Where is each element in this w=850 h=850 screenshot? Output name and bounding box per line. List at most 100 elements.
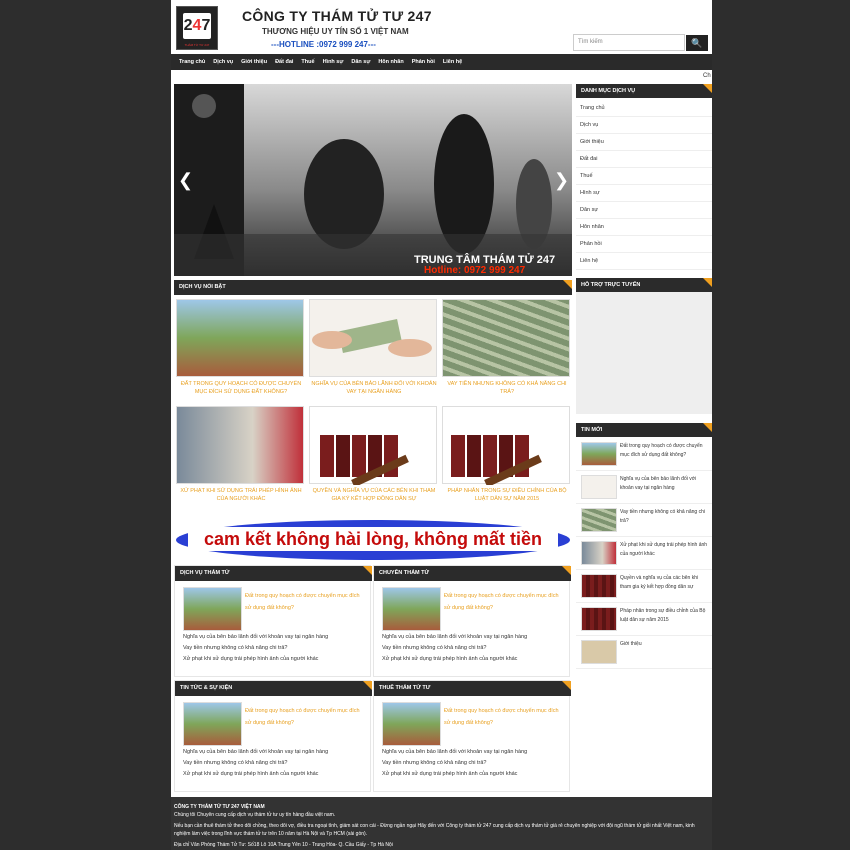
service-box: CHUYÊN THÁM TỬ Đất trong quy hoạch có đư… — [373, 565, 571, 677]
box-link[interactable]: Nghĩa vụ của bên bảo lãnh đối với khoản … — [183, 749, 328, 755]
sidebar-item[interactable]: Liên hệ — [576, 253, 712, 270]
news-title[interactable]: Pháp nhân trong sự điều chỉnh của Bộ luậ… — [620, 607, 710, 625]
news-title[interactable]: Quyền và nghĩa vụ của các bên khi tham g… — [620, 574, 710, 592]
news-item[interactable]: Pháp nhân trong sự điều chỉnh của Bộ luậ… — [576, 603, 712, 636]
box-link[interactable]: Vay tiền nhưng không có khả năng chi trả… — [382, 760, 486, 766]
card-title[interactable]: XỬ PHẠT KHI SỬ DỤNG TRÁI PHÉP HÌNH ẢNH C… — [176, 487, 306, 503]
news-item[interactable]: Giới thiệu — [576, 636, 712, 669]
news-title[interactable]: Đất trong quy hoạch có được chuyển mục đ… — [620, 442, 710, 460]
sidebar-item[interactable]: Hôn nhân — [576, 219, 712, 236]
card-title[interactable]: QUYỀN VÀ NGHĨA VỤ CỦA CÁC BÊN KHI THAM G… — [309, 487, 439, 503]
box-link[interactable]: Vay tiền nhưng không có khả năng chi trả… — [382, 645, 486, 651]
news-thumb — [581, 541, 617, 565]
nav-item[interactable]: Dân sự — [351, 59, 370, 65]
sidebar-item[interactable]: Dịch vụ — [576, 117, 712, 134]
nav-item[interactable]: Trang chủ — [179, 59, 205, 65]
card-title[interactable]: PHÁP NHÂN TRONG SỰ ĐIỀU CHỈNH CỦA BỘ LUẬ… — [442, 487, 572, 503]
sidebar-item[interactable]: Dân sự — [576, 202, 712, 219]
sidebar-item[interactable]: Giới thiệu — [576, 134, 712, 151]
news-title[interactable]: Xử phạt khi sử dụng trái phép hình ảnh c… — [620, 541, 710, 559]
featured-card[interactable]: QUYỀN VÀ NGHĨA VỤ CỦA CÁC BÊN KHI THAM G… — [309, 406, 439, 503]
site-footer: CÔNG TY THÁM TỬ TƯ 247 VIỆT NAM Chúng tô… — [171, 797, 712, 850]
sidebar-item[interactable]: Phản hồi — [576, 236, 712, 253]
search-button[interactable]: 🔍 — [686, 35, 708, 51]
news-item[interactable]: Xử phạt khi sử dụng trái phép hình ảnh c… — [576, 537, 712, 570]
sidebar-item[interactable]: Thuế — [576, 168, 712, 185]
card-title[interactable]: ĐẤT TRONG QUY HOẠCH CÓ ĐƯỢC CHUYỂN MỤC Đ… — [176, 380, 306, 396]
featured-heading: DỊCH VỤ NỔI BẬT — [174, 280, 572, 295]
featured-card[interactable]: PHÁP NHÂN TRONG SỰ ĐIỀU CHỈNH CỦA BỘ LUẬ… — [442, 406, 572, 503]
box-link[interactable]: Vay tiền nhưng không có khả năng chi trả… — [183, 645, 287, 651]
slider-prev-icon[interactable]: ❮ — [178, 170, 193, 191]
search-input[interactable]: Tìm kiếm — [573, 34, 685, 51]
news-thumb — [581, 574, 617, 598]
service-box: TIN TỨC & SỰ KIỆN Đất trong quy hoạch có… — [174, 680, 372, 792]
box-link[interactable]: Xử phạt khi sử dụng trái phép hình ảnh c… — [382, 771, 517, 777]
card-image — [309, 406, 437, 488]
box-heading: DỊCH VỤ THÁM TỬ — [175, 566, 372, 581]
box-link[interactable]: Xử phạt khi sử dụng trái phép hình ảnh c… — [183, 656, 318, 662]
footer-description: Nếu bạn cần thuê thám tử theo dõi chồng,… — [174, 823, 695, 837]
news-list: Đất trong quy hoạch có được chuyển mục đ… — [576, 438, 712, 669]
news-heading: TIN MỚI — [576, 423, 712, 437]
nav-item[interactable]: Liên hệ — [443, 59, 462, 65]
box-lead-link[interactable]: Đất trong quy hoạch có được chuyển mục đ… — [245, 590, 365, 614]
news-ticker: Ch — [171, 72, 712, 82]
main-nav: Trang chủ Dịch vụ Giới thiệu Đất đai Thu… — [171, 54, 712, 70]
footer-company: CÔNG TY THÁM TỬ TƯ 247 VIỆT NAM — [174, 804, 265, 810]
box-lead-link[interactable]: Đất trong quy hoạch có được chuyển mục đ… — [444, 705, 564, 729]
news-item[interactable]: Nghĩa vụ của bên bảo lãnh đối với khoản … — [576, 471, 712, 504]
featured-card[interactable]: XỬ PHẠT KHI SỬ DỤNG TRÁI PHÉP HÌNH ẢNH C… — [176, 406, 306, 503]
box-thumb — [382, 702, 441, 746]
promo-banner[interactable]: cam kết không hài lòng, không mất tiền — [174, 518, 572, 562]
box-link[interactable]: Nghĩa vụ của bên bảo lãnh đối với khoản … — [382, 634, 527, 640]
card-image — [442, 406, 570, 488]
box-thumb — [183, 702, 242, 746]
box-link[interactable]: Xử phạt khi sử dụng trái phép hình ảnh c… — [382, 656, 517, 662]
featured-card[interactable]: ĐẤT TRONG QUY HOẠCH CÓ ĐƯỢC CHUYỂN MỤC Đ… — [176, 299, 306, 396]
sidebar-item[interactable]: Trang chủ — [576, 100, 712, 117]
nav-item[interactable]: Phản hồi — [412, 59, 435, 65]
news-item[interactable]: Quyền và nghĩa vụ của các bên khi tham g… — [576, 570, 712, 603]
nav-item[interactable]: Thuế — [301, 59, 314, 65]
box-lead-link[interactable]: Đất trong quy hoạch có được chuyển mục đ… — [444, 590, 564, 614]
card-image — [176, 299, 304, 377]
box-heading: CHUYÊN THÁM TỬ — [374, 566, 571, 581]
banner-text: cam kết không hài lòng, không mất tiền — [188, 527, 558, 551]
box-lead-link[interactable]: Đất trong quy hoạch có được chuyển mục đ… — [245, 705, 365, 729]
news-item[interactable]: Đất trong quy hoạch có được chuyển mục đ… — [576, 438, 712, 471]
nav-item[interactable]: Hôn nhân — [378, 59, 403, 65]
featured-card[interactable]: VAY TIỀN NHƯNG KHÔNG CÓ KHẢ NĂNG CHI TRẢ… — [442, 299, 572, 396]
nav-item[interactable]: Giới thiệu — [241, 59, 267, 65]
news-item[interactable]: Vay tiền nhưng không có khả năng chi trả… — [576, 504, 712, 537]
news-title[interactable]: Giới thiệu — [620, 640, 710, 649]
sidebar-item[interactable]: Hình sự — [576, 185, 712, 202]
support-heading: HỖ TRỢ TRỰC TUYẾN — [576, 278, 712, 292]
card-image — [309, 299, 437, 377]
nav-item[interactable]: Dịch vụ — [213, 59, 233, 65]
box-heading: THUÊ THÁM TỬ TƯ — [374, 681, 571, 696]
sidebar-item[interactable]: Đất đai — [576, 151, 712, 168]
service-box: DỊCH VỤ THÁM TỬ Đất trong quy hoạch có đ… — [174, 565, 372, 677]
card-title[interactable]: VAY TIỀN NHƯNG KHÔNG CÓ KHẢ NĂNG CHI TRẢ… — [442, 380, 572, 396]
featured-card[interactable]: NGHĨA VỤ CỦA BÊN BẢO LÃNH ĐỐI VỚI KHOẢN … — [309, 299, 439, 396]
card-title[interactable]: NGHĨA VỤ CỦA BÊN BẢO LÃNH ĐỐI VỚI KHOẢN … — [309, 380, 439, 396]
nav-item[interactable]: Đất đai — [275, 59, 293, 65]
box-thumb — [183, 587, 242, 631]
news-title[interactable]: Nghĩa vụ của bên bảo lãnh đối với khoản … — [620, 475, 710, 493]
box-link[interactable]: Vay tiền nhưng không có khả năng chi trả… — [183, 760, 287, 766]
box-link[interactable]: Nghĩa vụ của bên bảo lãnh đối với khoản … — [183, 634, 328, 640]
card-image — [442, 299, 570, 377]
site-header: 247 THÁM TỬ TƯ 247 CÔNG TY THÁM TỬ TƯ 24… — [171, 2, 712, 54]
hero-slider[interactable]: ❮ ❯ TRUNG TÂM THÁM TỬ 247 Hotline: 0972 … — [174, 84, 572, 276]
logo[interactable]: 247 THÁM TỬ TƯ 247 — [176, 6, 218, 50]
box-link[interactable]: Xử phạt khi sử dụng trái phép hình ảnh c… — [183, 771, 318, 777]
slider-image — [174, 84, 572, 276]
box-link[interactable]: Nghĩa vụ của bên bảo lãnh đối với khoản … — [382, 749, 527, 755]
sidebar-menu: Trang chủ Dịch vụ Giới thiệu Đất đai Thu… — [576, 100, 712, 270]
nav-item[interactable]: Hình sự — [323, 59, 344, 65]
page: 247 THÁM TỬ TƯ 247 CÔNG TY THÁM TỬ TƯ 24… — [171, 0, 712, 850]
slider-next-icon[interactable]: ❯ — [554, 170, 569, 191]
news-title[interactable]: Vay tiền nhưng không có khả năng chi trả… — [620, 508, 710, 526]
sidebar-menu-heading: DANH MỤC DỊCH VỤ — [576, 84, 712, 98]
